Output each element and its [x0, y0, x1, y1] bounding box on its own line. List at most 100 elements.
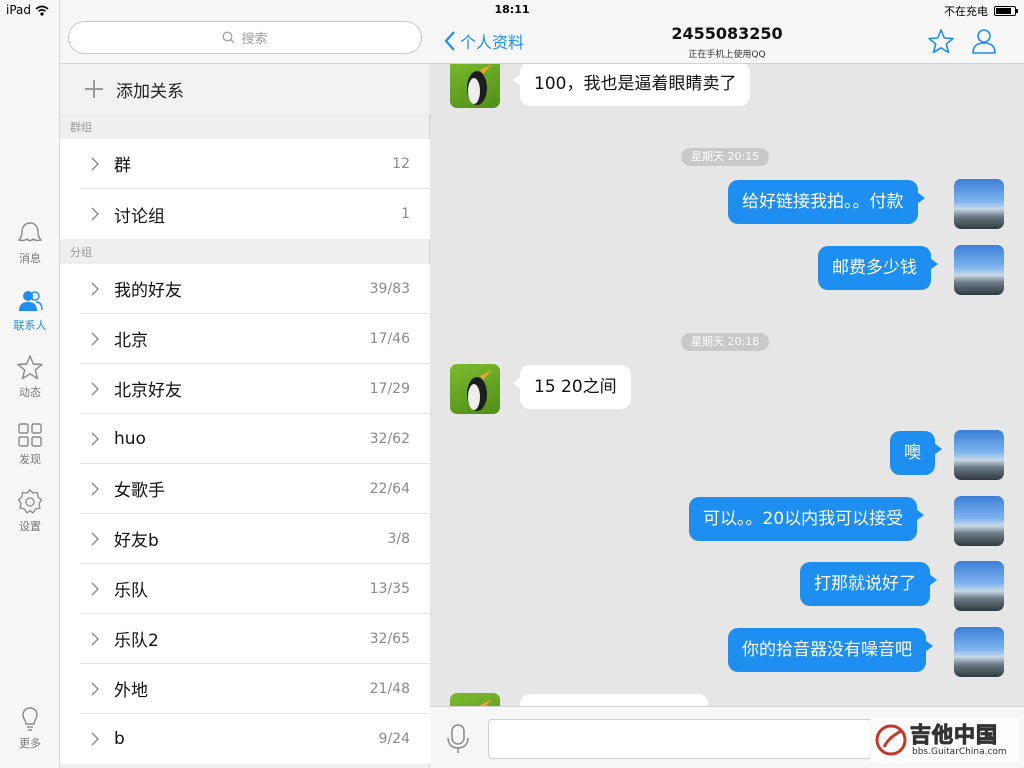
message-bubble-outgoing[interactable]: 你的拾音器没有噪音吧	[728, 628, 933, 672]
tab-settings[interactable]: 设置	[0, 488, 60, 534]
list-item[interactable]: 乐队 13/35	[80, 564, 430, 614]
contact-avatar[interactable]	[450, 364, 500, 414]
tab-discover-label: 发现	[19, 453, 41, 466]
search-icon	[223, 31, 235, 44]
friend-group-name: 乐队	[114, 581, 148, 601]
chevron-right-icon	[91, 282, 99, 295]
friend-group-count: 17/46	[369, 330, 410, 347]
contact-avatar[interactable]	[450, 693, 500, 706]
my-avatar[interactable]	[954, 245, 1004, 295]
tab-settings-label: 设置	[19, 520, 41, 533]
friend-group-name: b	[114, 729, 125, 749]
favorite-star-icon[interactable]	[927, 28, 955, 56]
list-item[interactable]: 乐队2 32/65	[80, 614, 430, 664]
message-bubble-outgoing[interactable]: 邮费多少钱	[818, 246, 938, 290]
add-relation-label: 添加关系	[116, 81, 184, 102]
tab-contacts[interactable]: 联系人	[0, 287, 60, 333]
tab-more[interactable]: 更多	[0, 705, 60, 751]
battery-icon	[994, 6, 1018, 16]
message-bubble-incoming[interactable]	[520, 694, 708, 706]
message-bubble-outgoing[interactable]: 噢	[890, 431, 942, 475]
message-bubble-outgoing[interactable]: 可以。。20以内我可以接受	[689, 497, 925, 541]
friend-group-name: 外地	[114, 681, 148, 701]
friend-group-name: huo	[114, 428, 146, 449]
list-item-discussion[interactable]: 讨论组 1	[80, 189, 430, 239]
list-item[interactable]: 外地 21/48	[80, 664, 430, 714]
grid-icon	[18, 423, 42, 447]
message-bubble-incoming[interactable]: 100，我也是逼着眼睛卖了	[512, 64, 751, 106]
message-bubble-outgoing[interactable]: 打那就说好了	[800, 562, 937, 606]
list-item[interactable]: 我的好友 39/83	[80, 264, 430, 314]
my-avatar[interactable]	[954, 430, 1004, 480]
groups-section-label: 群组	[70, 121, 92, 134]
groups-list: 群 12 讨论组 1	[60, 139, 430, 239]
group-count: 1	[401, 206, 410, 222]
friend-group-count: 32/65	[369, 630, 410, 647]
charging-status: 不在充电	[944, 5, 988, 18]
chat-panel: 个人资料 2455083250 正在手机上使用QQ 100，我也是逼着眼睛卖了 …	[430, 0, 1024, 768]
my-avatar[interactable]	[954, 627, 1004, 677]
tab-discover[interactable]: 发现	[0, 421, 60, 467]
bulb-icon	[22, 707, 38, 731]
friend-group-name: 乐队2	[114, 631, 159, 651]
timestamp: 星期天 20:15	[681, 148, 770, 166]
add-relation-button[interactable]: 添加关系	[60, 64, 430, 114]
search-input[interactable]: 搜索	[68, 21, 422, 54]
message-input[interactable]	[488, 719, 872, 759]
chat-bubble-icon	[17, 222, 43, 242]
tab-contacts-label: 联系人	[13, 319, 47, 332]
timestamp: 星期天 20:18	[681, 333, 770, 351]
friend-group-count: 17/29	[369, 380, 410, 397]
message-list: 100，我也是逼着眼睛卖了 星期天 20:15 给好链接我拍。。付款 邮费多少钱…	[430, 64, 1024, 706]
tab-messages-label: 消息	[19, 252, 41, 265]
contacts-icon	[19, 291, 43, 311]
contact-avatar[interactable]	[450, 64, 500, 108]
microphone-icon[interactable]	[446, 723, 470, 755]
list-item[interactable]: b 9/24	[80, 714, 430, 764]
my-avatar[interactable]	[954, 179, 1004, 229]
search-placeholder: 搜索	[241, 32, 268, 47]
tab-messages[interactable]: 消息	[0, 220, 60, 266]
friend-groups-list: 我的好友 39/83 北京 17/46 北京好友 17/29 huo 32/62…	[60, 264, 430, 764]
message-bubble-incoming[interactable]: 15 20之间	[513, 365, 631, 409]
star-icon	[17, 355, 43, 380]
friend-group-name: 我的好友	[114, 281, 182, 301]
chevron-right-icon	[91, 382, 99, 395]
penguin-avatar-icon	[467, 370, 492, 411]
group-count: 12	[392, 155, 410, 172]
list-item[interactable]: 女歌手 22/64	[80, 464, 430, 514]
list-item[interactable]: 北京 17/46	[80, 314, 430, 364]
my-avatar[interactable]	[954, 496, 1004, 546]
contacts-panel: 搜索 添加关系 群组 群 12 讨论组 1 分组 我的好友 39/83 北京 1…	[60, 0, 430, 768]
message-bubble-outgoing[interactable]: 给好链接我拍。。付款	[728, 180, 924, 224]
group-name: 讨论组	[114, 206, 165, 227]
watermark-url: bbs.GuitarChina.com	[912, 747, 1007, 757]
tab-more-label: 更多	[19, 737, 41, 750]
status-time: 18:11	[494, 3, 530, 16]
friend-group-count: 9/24	[378, 731, 410, 747]
friend-group-name: 北京好友	[114, 381, 182, 401]
chevron-right-icon	[91, 582, 99, 595]
group-name: 群	[114, 156, 131, 176]
friends-section-label: 分组	[70, 246, 92, 259]
my-avatar[interactable]	[954, 561, 1004, 611]
list-item[interactable]: huo 32/62	[80, 414, 430, 464]
friend-group-count: 32/62	[369, 430, 410, 447]
tab-feeds[interactable]: 动态	[0, 354, 60, 400]
chevron-right-icon	[91, 632, 99, 645]
watermark: 吉他中国 bbs.GuitarChina.com	[870, 717, 1018, 763]
friend-group-count: 22/64	[369, 480, 410, 497]
guitar-logo-icon	[875, 724, 907, 756]
chevron-right-icon	[91, 732, 99, 746]
profile-icon[interactable]	[970, 27, 998, 55]
list-item[interactable]: 好友b 3/8	[80, 514, 430, 564]
input-bar: 吉他中国 bbs.GuitarChina.com	[430, 706, 1024, 768]
battery-level	[996, 8, 1011, 14]
chevron-right-icon	[91, 532, 99, 545]
friend-group-name: 女歌手	[114, 481, 165, 501]
list-item-group[interactable]: 群 12	[80, 139, 430, 189]
penguin-avatar-icon	[467, 64, 492, 105]
tab-rail: 消息 联系人 动态 发现 设置 更多	[0, 0, 60, 768]
chevron-right-icon	[91, 682, 99, 695]
list-item[interactable]: 北京好友 17/29	[80, 364, 430, 414]
